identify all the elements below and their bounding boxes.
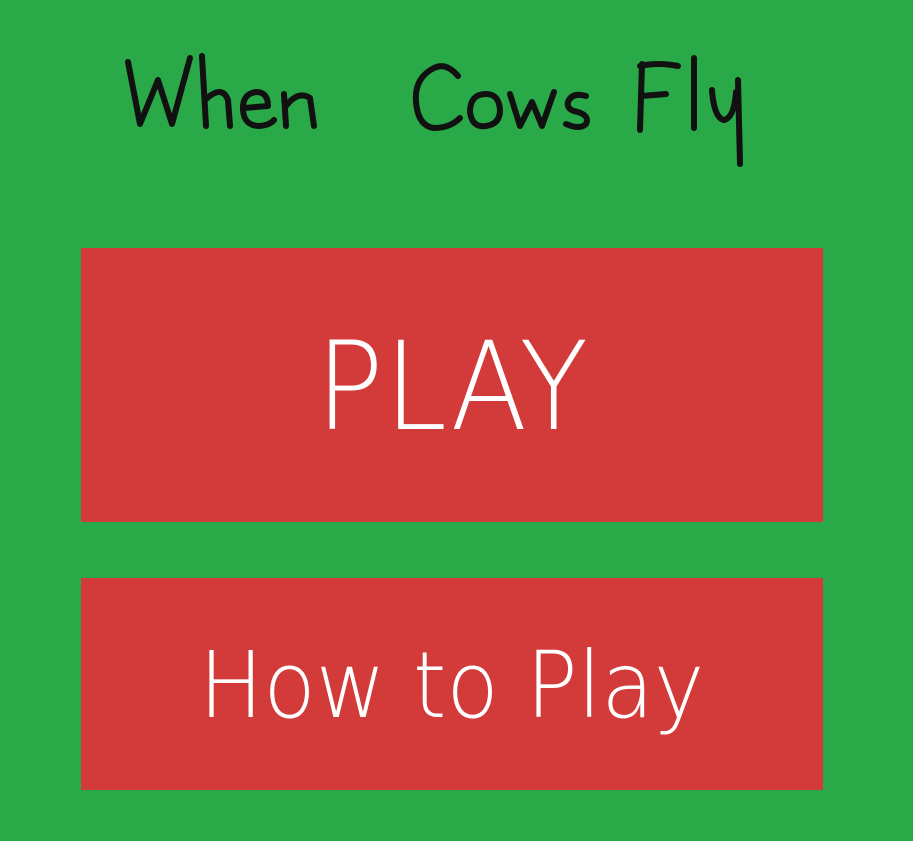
play-button-label: PLAY (315, 316, 589, 458)
game-title-logo (110, 22, 770, 182)
handwritten-title (125, 53, 743, 167)
main-menu-screen: PLAY How to Play (0, 0, 913, 841)
play-button[interactable]: PLAY (81, 248, 823, 522)
how-to-play-button[interactable]: How to Play (81, 578, 823, 790)
how-to-play-button-label: How to Play (199, 632, 705, 739)
